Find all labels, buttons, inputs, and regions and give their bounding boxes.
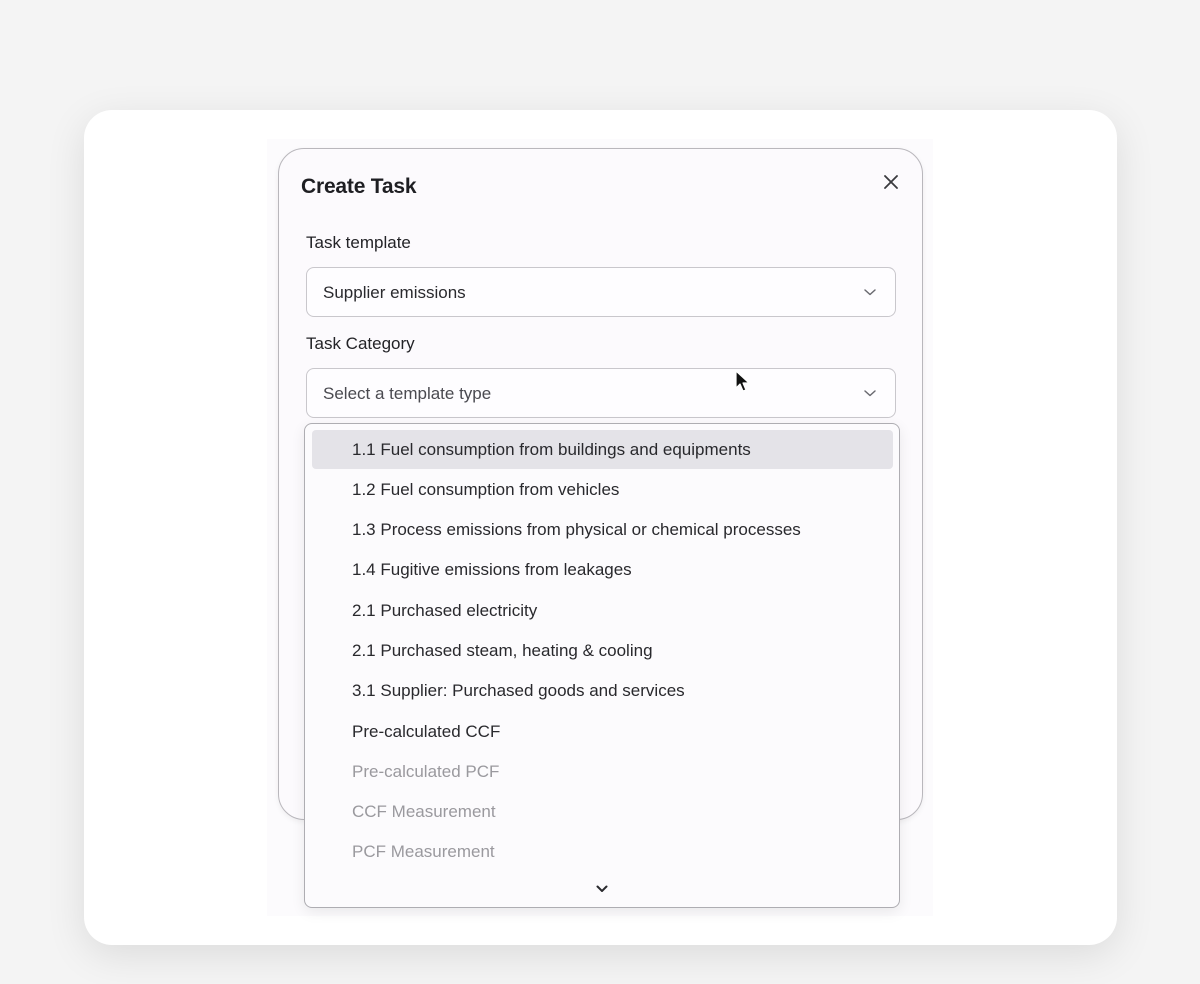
option-supplier-goods[interactable]: 3.1 Supplier: Purchased goods and servic…: [312, 671, 893, 710]
task-template-select[interactable]: Supplier emissions: [306, 267, 896, 317]
task-category-placeholder: Select a template type: [323, 384, 492, 403]
dialog-title: Create Task: [301, 175, 417, 198]
chevron-down-icon: [864, 390, 876, 397]
task-template-label: Task template: [306, 233, 411, 252]
option-ccf-measurement: CCF Measurement: [352, 802, 496, 821]
option-pcf-measurement: PCF Measurement: [352, 842, 495, 861]
option-precalculated-pcf: Pre-calculated PCF: [352, 762, 500, 781]
option-purchased-electricity[interactable]: 2.1 Purchased electricity: [312, 591, 893, 630]
task-category-label: Task Category: [306, 334, 415, 353]
option-fugitive-emissions[interactable]: 1.4 Fugitive emissions from leakages: [312, 550, 893, 589]
task-category-select[interactable]: Select a template type: [306, 368, 896, 418]
task-category-dropdown: 1.1 Fuel consumption from buildings and …: [304, 423, 900, 908]
close-button[interactable]: [880, 171, 902, 193]
option-fuel-vehicles[interactable]: 1.2 Fuel consumption from vehicles: [312, 470, 893, 509]
option-process-emissions[interactable]: 1.3 Process emissions from physical or c…: [312, 510, 893, 549]
mouse-cursor-icon: [735, 370, 750, 392]
option-purchased-steam[interactable]: 2.1 Purchased steam, heating & cooling: [312, 631, 893, 670]
chevron-down-icon: [864, 289, 876, 296]
task-template-value: Supplier emissions: [323, 283, 466, 302]
close-icon: [884, 175, 898, 189]
option-precalculated-ccf[interactable]: Pre-calculated CCF: [312, 712, 893, 751]
option-fuel-buildings[interactable]: 1.1 Fuel consumption from buildings and …: [312, 430, 893, 469]
chevron-down-icon[interactable]: [595, 884, 609, 894]
